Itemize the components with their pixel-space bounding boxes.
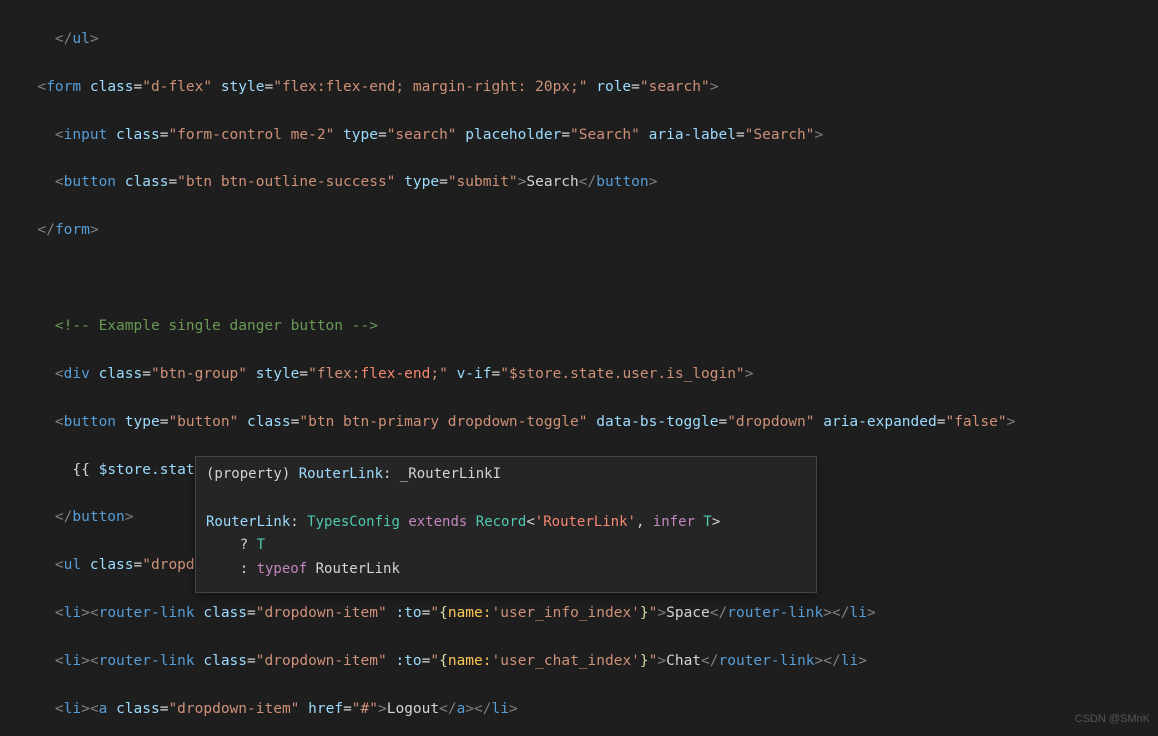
- code-line[interactable]: </ul>: [20, 28, 1158, 52]
- watermark: CSDN @SMnK: [1075, 710, 1150, 728]
- text: Logout: [387, 701, 439, 717]
- tooltip-line: : typeof RouterLink: [206, 558, 806, 582]
- comment: <!-- Example single danger button -->: [55, 318, 378, 334]
- tooltip-line: (property) RouterLink: _RouterLinkI: [206, 463, 806, 487]
- tooltip-line: [206, 487, 806, 511]
- code-line[interactable]: <li><a class="dropdown-item" href="#">Lo…: [20, 698, 1158, 722]
- code-line[interactable]: <button type="button" class="btn btn-pri…: [20, 411, 1158, 435]
- hover-tooltip: (property) RouterLink: _RouterLinkI Rout…: [195, 456, 817, 593]
- code-line[interactable]: [20, 267, 1158, 291]
- code-line[interactable]: </form>: [20, 219, 1158, 243]
- code-area[interactable]: </ul> <form class="d-flex" style="flex:f…: [0, 0, 1158, 736]
- text: Search: [526, 174, 578, 190]
- code-line[interactable]: <input class="form-control me-2" type="s…: [20, 124, 1158, 148]
- code-line[interactable]: <li><router-link class="dropdown-item" :…: [20, 602, 1158, 626]
- tooltip-line: ? T: [206, 534, 806, 558]
- code-line[interactable]: <li><router-link class="dropdown-item" :…: [20, 650, 1158, 674]
- code-editor[interactable]: </ul> <form class="d-flex" style="flex:f…: [0, 0, 1158, 736]
- code-line[interactable]: <div class="btn-group" style="flex:flex-…: [20, 363, 1158, 387]
- code-line[interactable]: <!-- Example single danger button -->: [20, 315, 1158, 339]
- code-line[interactable]: <button class="btn btn-outline-success" …: [20, 171, 1158, 195]
- text: Space: [666, 605, 710, 621]
- code-line[interactable]: <form class="d-flex" style="flex:flex-en…: [20, 76, 1158, 100]
- tooltip-line: RouterLink: TypesConfig extends Record<'…: [206, 511, 806, 535]
- text: Chat: [666, 653, 701, 669]
